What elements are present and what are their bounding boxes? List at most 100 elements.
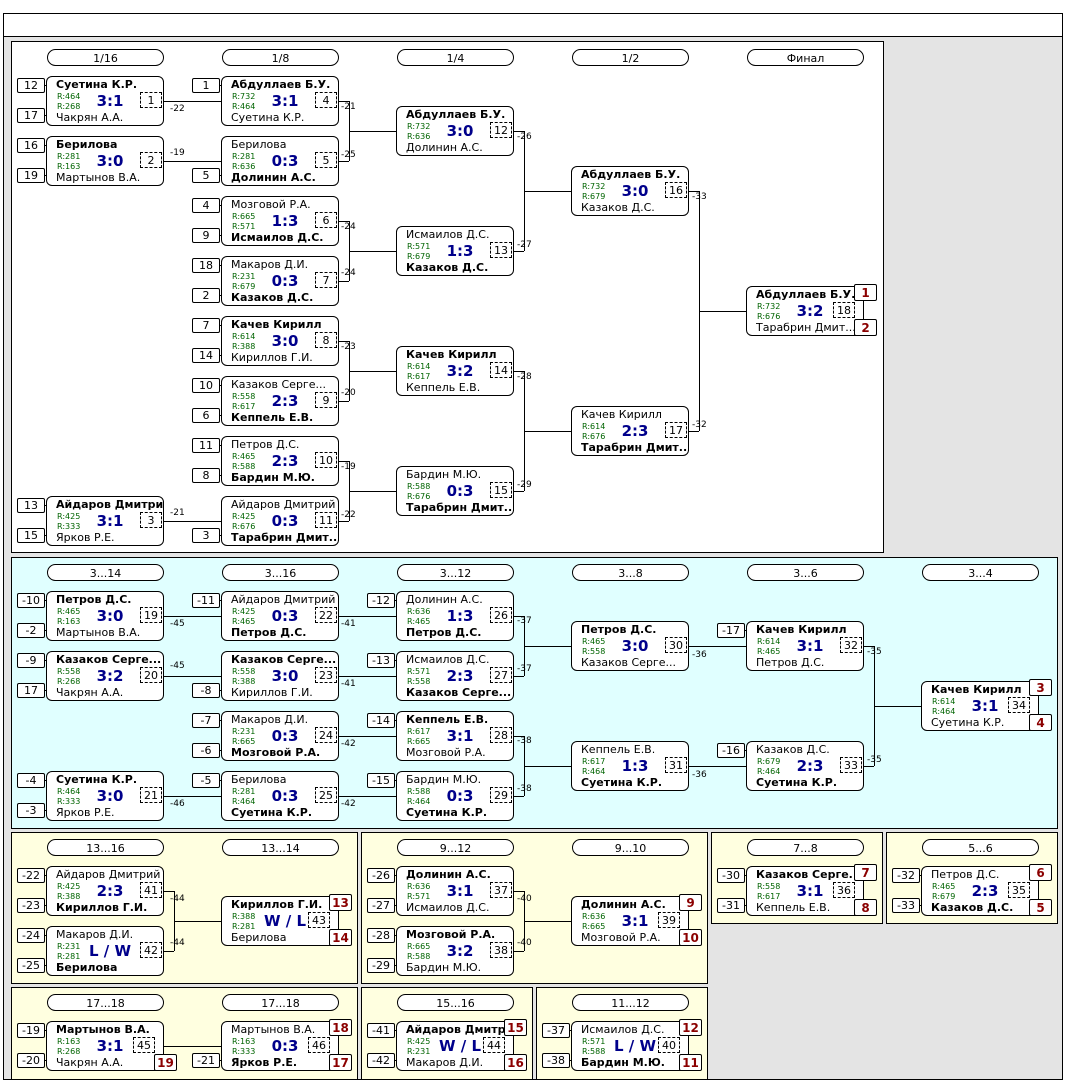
match-card[interactable]: Айдаров Дмитрий R:425 2:3 R:388 Кириллов…: [46, 866, 164, 916]
seed-box: -27: [367, 898, 395, 913]
match-score: L / W: [88, 942, 132, 960]
connector-line: [514, 491, 524, 492]
player-2-rating: R:676: [232, 522, 256, 531]
match-card[interactable]: Казаков Серге... R:558 3:0 R:388 Кирилло…: [221, 651, 339, 701]
seed-box: -23: [17, 898, 45, 913]
match-card[interactable]: Качев Кирилл R:614 3:1 R:464 Суетина К.Р…: [921, 679, 1052, 731]
match-card[interactable]: Абдуллаев Б.У. R:732 3:1 R:464 Суетина К…: [221, 76, 339, 126]
match-card[interactable]: Долинин А.С. R:636 3:1 R:571 Исмаилов Д.…: [396, 866, 514, 916]
match-card[interactable]: Петров Д.С. R:465 3:0 R:163 Мартынов В.А…: [46, 591, 164, 641]
match-card[interactable]: Исмаилов Д.С. R:571 2:3 R:558 Казаков Се…: [396, 651, 514, 701]
player-1-rating: R:588: [407, 482, 431, 491]
match-number: 43: [308, 912, 330, 928]
player-2-rating: R:464: [407, 797, 431, 806]
match-score: 3:2: [96, 667, 124, 685]
match-card[interactable]: Мартынов В.А. R:163 0:3 R:333 Ярков Р.Е.…: [221, 1019, 352, 1071]
match-card[interactable]: Бардин М.Ю. R:588 0:3 R:464 Суетина К.Р.…: [396, 771, 514, 821]
match-card[interactable]: Суетина К.Р. R:464 3:0 R:333 Ярков Р.Е. …: [46, 771, 164, 821]
loser-destination-label: -45: [170, 619, 185, 629]
player-1-name: Качев Кирилл: [931, 683, 1022, 696]
player-2-name: Берилова: [231, 931, 287, 944]
player-2-rating: R:558: [407, 677, 431, 686]
match-card[interactable]: Айдаров Дмитрий R:425 3:1 R:333 Ярков Р.…: [46, 496, 164, 546]
player-1-rating: R:732: [582, 182, 606, 191]
match-number: 39: [658, 912, 680, 928]
match-card[interactable]: Петров Д.С. R:465 2:3 R:679 Казаков Д.С.…: [921, 864, 1052, 916]
match-score: W / L: [263, 912, 307, 930]
player-1-rating: R:617: [407, 727, 431, 736]
match-card[interactable]: Абдуллаев Б.У. R:732 3:2 R:676 Тарабрин …: [746, 284, 877, 336]
player-2-rating: R:665: [407, 737, 431, 746]
player-1-rating: R:558: [232, 392, 256, 401]
connector-line: [524, 646, 571, 647]
match-card[interactable]: Качев Кирилл R:614 2:3 R:676 Тарабрин Дм…: [571, 406, 689, 456]
seed-box: 10: [192, 378, 220, 393]
match-card[interactable]: Качев Кирилл R:614 3:2 R:617 Кеппель Е.В…: [396, 346, 514, 396]
match-card[interactable]: Долинин А.С. R:636 3:1 R:665 Мозговой Р.…: [571, 894, 702, 946]
match-card[interactable]: Исмаилов Д.С. R:571 L / W R:588 Бардин М…: [571, 1019, 702, 1071]
match-score: 3:0: [621, 182, 649, 200]
seed-box: -9: [17, 653, 45, 668]
connector-line: [514, 891, 524, 892]
player-2-rating: R:333: [57, 797, 81, 806]
match-card[interactable]: Абдуллаев Б.У. R:732 3:0 R:636 Долинин А…: [396, 106, 514, 156]
player-1-name: Макаров Д.И.: [231, 713, 309, 726]
match-card[interactable]: Абдуллаев Б.У. R:732 3:0 R:679 Казаков Д…: [571, 166, 689, 216]
match-card[interactable]: Айдаров Дмитрий R:425 0:3 R:465 Петров Д…: [221, 591, 339, 641]
seed-box: -8: [192, 683, 220, 698]
loser-destination-label: -38: [517, 784, 532, 794]
match-card[interactable]: Кириллов Г.И. R:388 W / L R:281 Берилова…: [221, 894, 352, 946]
connector-line: [349, 371, 396, 372]
seed-box: -2: [17, 623, 45, 638]
seed-box: 13: [17, 498, 45, 513]
connector-line: [524, 431, 571, 432]
match-card[interactable]: Кеппель Е.В. R:617 3:1 R:665 Мозговой Р.…: [396, 711, 514, 761]
player-2-name: Мартынов В.А.: [56, 626, 141, 639]
match-card[interactable]: Айдаров Дмитрий R:425 W / L R:231 Макаро…: [396, 1019, 527, 1071]
match-score: 3:1: [96, 1037, 124, 1055]
player-1-rating: R:636: [407, 882, 431, 891]
match-card[interactable]: Мозговой Р.А. R:665 1:3 R:571 Исмаилов Д…: [221, 196, 339, 246]
match-card[interactable]: Бардин М.Ю. R:588 0:3 R:676 Тарабрин Дми…: [396, 466, 514, 516]
connector-line: [524, 766, 571, 767]
match-card[interactable]: Айдаров Дмитрий R:425 0:3 R:676 Тарабрин…: [221, 496, 339, 546]
match-card[interactable]: Кеппель Е.В. R:617 1:3 R:464 Суетина К.Р…: [571, 741, 689, 791]
match-card[interactable]: Исмаилов Д.С. R:571 1:3 R:679 Казаков Д.…: [396, 226, 514, 276]
player-1-name: Долинин А.С.: [406, 593, 483, 606]
match-card[interactable]: Мозговой Р.А. R:665 3:2 R:588 Бардин М.Ю…: [396, 926, 514, 976]
match-card[interactable]: Берилова R:281 0:3 R:636 Долинин А.С. 5: [221, 136, 339, 186]
player-2-name: Бардин М.Ю.: [231, 471, 315, 484]
player-1-name: Петров Д.С.: [931, 868, 1000, 881]
match-score: 3:1: [271, 92, 299, 110]
connector-line: [164, 1046, 221, 1047]
match-card[interactable]: Суетина К.Р. R:464 3:1 R:268 Чакрян А.А.…: [46, 76, 164, 126]
match-card[interactable]: Петров Д.С. R:465 3:0 R:558 Казаков Серг…: [571, 621, 689, 671]
match-card[interactable]: Макаров Д.И. R:231 L / W R:281 Берилова …: [46, 926, 164, 976]
player-1-name: Абдуллаев Б.У.: [756, 288, 856, 301]
match-number: 14: [490, 362, 512, 378]
match-card[interactable]: Казаков Серге... R:558 2:3 R:617 Кеппель…: [221, 376, 339, 426]
match-score: 3:1: [446, 882, 474, 900]
match-card[interactable]: Макаров Д.И. R:231 0:3 R:679 Казаков Д.С…: [221, 256, 339, 306]
match-card[interactable]: Качев Кирилл R:614 3:0 R:388 Кириллов Г.…: [221, 316, 339, 366]
match-card[interactable]: Макаров Д.И. R:231 0:3 R:665 Мозговой Р.…: [221, 711, 339, 761]
match-card[interactable]: Казаков Д.С. R:679 2:3 R:464 Суетина К.Р…: [746, 741, 864, 791]
seed-box: 8: [192, 468, 220, 483]
player-2-name: Суетина К.Р.: [231, 806, 313, 819]
match-card[interactable]: Берилова R:281 0:3 R:464 Суетина К.Р. 25: [221, 771, 339, 821]
match-score: 3:0: [621, 637, 649, 655]
player-2-name: Ярков Р.Е.: [56, 806, 115, 819]
match-card[interactable]: Качев Кирилл R:614 3:1 R:465 Петров Д.С.…: [746, 621, 864, 671]
match-score: 0:3: [446, 787, 474, 805]
player-2-name: Казаков Д.С.: [581, 201, 655, 214]
seed-box: -28: [367, 928, 395, 943]
match-card[interactable]: Долинин А.С. R:636 1:3 R:465 Петров Д.С.…: [396, 591, 514, 641]
player-1-rating: R:732: [407, 122, 431, 131]
player-2-name: Петров Д.С.: [756, 656, 825, 669]
match-card[interactable]: Берилова R:281 3:0 R:163 Мартынов В.А. 2: [46, 136, 164, 186]
match-card[interactable]: Мартынов В.А. R:163 3:1 R:268 Чакрян А.А…: [46, 1021, 177, 1071]
connector-line: [514, 676, 524, 677]
match-card[interactable]: Казаков Серге... R:558 3:2 R:268 Чакрян …: [46, 651, 164, 701]
match-card[interactable]: Казаков Серге... R:558 3:1 R:617 Кеппель…: [746, 864, 877, 916]
match-card[interactable]: Петров Д.С. R:465 2:3 R:588 Бардин М.Ю. …: [221, 436, 339, 486]
